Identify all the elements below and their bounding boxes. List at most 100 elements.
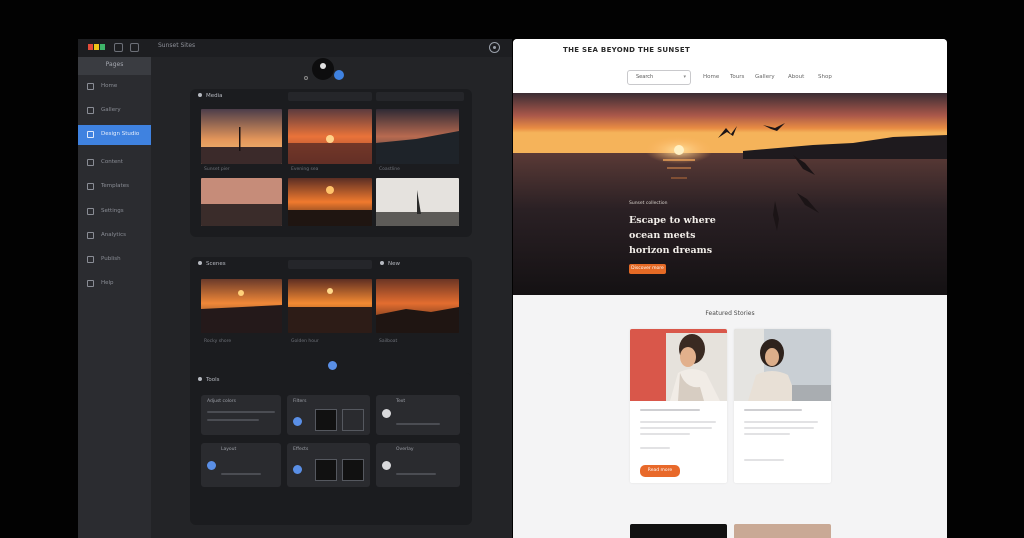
text-line — [640, 421, 716, 423]
tool-card-title: Filters — [293, 399, 307, 404]
floating-toolbar — [304, 58, 344, 84]
add-panel-icon[interactable] — [328, 361, 337, 370]
effects-icon[interactable] — [293, 465, 302, 474]
upload-icon — [87, 256, 94, 263]
brush-icon — [87, 131, 94, 138]
site-header: THE SEA BEYOND THE SUNSET Search Home To… — [513, 39, 947, 93]
overlay-icon[interactable] — [382, 461, 391, 470]
sidebar-item-label: Analytics — [101, 232, 126, 238]
panel-tab[interactable] — [288, 92, 372, 101]
logo-icon — [100, 44, 105, 50]
media-panel: Media Sunset pier Evening sea Coastline — [190, 89, 472, 237]
text-line — [640, 433, 690, 435]
text-line — [744, 421, 818, 423]
hero-headline-line: ocean meets — [629, 230, 696, 241]
story-thumbnail[interactable] — [630, 524, 727, 538]
slider-track[interactable] — [207, 411, 275, 413]
sidebar-item-content[interactable]: Content — [78, 153, 151, 173]
tool-card-adjust-colors[interactable]: Adjust colors — [201, 395, 281, 435]
thumbnail-caption: Coastline — [379, 167, 400, 172]
panel-tab[interactable] — [288, 260, 372, 269]
hero-banner — [513, 93, 947, 295]
sidebar-item-label: Settings — [101, 208, 124, 214]
sidebar-item-home[interactable]: Home — [78, 77, 151, 97]
nav-link[interactable]: Shop — [818, 74, 832, 80]
filter-preview[interactable] — [315, 409, 337, 431]
sidebar-header-label: Pages — [105, 61, 124, 68]
panel-tab[interactable] — [376, 92, 464, 101]
text-line — [640, 427, 712, 429]
nav-link[interactable]: Home — [703, 74, 719, 80]
nav-link[interactable]: Gallery — [755, 74, 775, 80]
tool-card-layout[interactable]: Layout — [201, 443, 281, 487]
website-preview: THE SEA BEYOND THE SUNSET Search Home To… — [513, 39, 947, 538]
hero-cta-button[interactable]: Discover more — [629, 264, 666, 274]
site-brand[interactable]: THE SEA BEYOND THE SUNSET — [563, 46, 690, 54]
tool-card-title: Effects — [293, 447, 309, 452]
search-dropdown[interactable]: Search — [627, 70, 691, 85]
story-card[interactable] — [734, 329, 831, 483]
layers-icon[interactable] — [130, 43, 139, 52]
tool-card-title: Overlay — [396, 447, 414, 452]
read-more-button[interactable]: Read more — [640, 465, 680, 477]
tool-card-text[interactable]: Text — [376, 395, 460, 435]
logo-icon — [94, 44, 99, 50]
sunset-thumbnail[interactable] — [288, 109, 372, 164]
scene-thumbnail[interactable] — [201, 279, 282, 333]
logo-icon — [88, 44, 93, 50]
nav-link[interactable]: Tours — [730, 74, 744, 80]
sidebar-item-label: Content — [101, 159, 123, 165]
text-icon[interactable] — [382, 409, 391, 418]
effect-preview[interactable] — [315, 459, 337, 481]
scene-thumbnail[interactable] — [376, 279, 459, 333]
sunset-thumbnail[interactable] — [288, 178, 372, 226]
gear-icon[interactable] — [489, 42, 500, 53]
sidebar-item-templates[interactable]: Templates — [78, 177, 151, 197]
story-thumbnail[interactable] — [734, 524, 831, 538]
sidebar-item-design-studio[interactable]: Design Studio — [78, 125, 151, 145]
sunset-thumbnail[interactable] — [376, 109, 459, 164]
tool-card-title: Text — [396, 399, 406, 404]
sidebar-item-gallery[interactable]: Gallery — [78, 101, 151, 121]
record-button[interactable] — [312, 58, 334, 80]
thumbnail-caption: Golden hour — [291, 339, 319, 344]
scene-thumbnail[interactable] — [288, 279, 372, 333]
panel-title: Tools — [198, 377, 220, 383]
tool-card-title: Layout — [221, 447, 237, 452]
sidebar-item-settings[interactable]: Settings — [78, 202, 151, 222]
sunset-thumbnail[interactable] — [201, 109, 282, 164]
tool-card-overlay[interactable]: Overlay — [376, 443, 460, 487]
sunset-thumbnail[interactable] — [376, 178, 459, 226]
image-icon — [87, 107, 94, 114]
thumbnail-caption: Sailboat — [379, 339, 398, 344]
sidebar: Pages Home Gallery Design Studio Content… — [78, 57, 151, 538]
dot-icon — [304, 76, 308, 80]
record-icon — [320, 63, 326, 69]
sunset-thumbnail[interactable] — [201, 178, 282, 226]
template-icon — [87, 183, 94, 190]
sidebar-item-analytics[interactable]: Analytics — [78, 226, 151, 246]
hero-headline-line: Escape to where — [629, 215, 716, 226]
text-line — [640, 409, 700, 411]
text-line — [640, 447, 670, 449]
slider-track[interactable] — [207, 419, 259, 421]
sidebar-item-help[interactable]: Help — [78, 274, 151, 294]
help-icon — [87, 280, 94, 287]
nav-link[interactable]: About — [788, 74, 804, 80]
editor-topbar: Sunset Sites — [78, 39, 512, 57]
editor-window: Sunset Sites Pages Home Gallery Design S… — [78, 39, 512, 538]
sidebar-item-label: Templates — [101, 183, 129, 189]
effect-preview[interactable] — [342, 459, 364, 481]
tool-card-effects[interactable]: Effects — [287, 443, 370, 487]
thumbnail-caption: Rocky shore — [204, 339, 232, 344]
sidebar-item-publish[interactable]: Publish — [78, 250, 151, 270]
window-icon[interactable] — [114, 43, 123, 52]
sidebar-item-label: Design Studio — [101, 131, 140, 137]
panel-tab-label[interactable]: New — [380, 261, 400, 267]
filter-icon[interactable] — [293, 417, 302, 426]
play-icon[interactable] — [334, 70, 344, 80]
tool-card-filters[interactable]: Filters — [287, 395, 370, 435]
layout-icon[interactable] — [207, 461, 216, 470]
filter-preview[interactable] — [342, 409, 364, 431]
story-card[interactable]: Read more — [630, 329, 727, 483]
